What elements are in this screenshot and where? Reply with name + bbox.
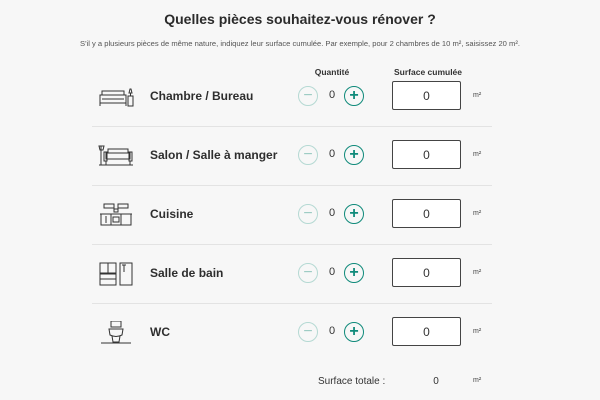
surface-unit: m² [473, 151, 482, 158]
room-label: Chambre / Bureau [150, 89, 254, 103]
surface-unit: m² [473, 269, 482, 276]
total-surface-label: Surface totale : [318, 376, 386, 387]
surface-unit: m² [473, 210, 482, 217]
room-label: Salle de bain [150, 266, 224, 280]
quantity-value: 0 [328, 266, 336, 278]
increase-quantity-button[interactable]: + [344, 322, 364, 342]
page-subtitle: S'il y a plusieurs pièces de même nature… [80, 39, 520, 48]
room-label: Salon / Salle à manger [150, 148, 278, 162]
surface-input[interactable] [392, 317, 461, 346]
decrease-quantity-button[interactable]: − [298, 263, 318, 283]
room-row-wc: WC − 0 + m² [92, 303, 492, 362]
page-title: Quelles pièces souhaitez-vous rénover ? [164, 11, 436, 27]
sofa-icon [98, 144, 134, 168]
bathroom-icon [98, 262, 134, 286]
quantity-value: 0 [328, 207, 336, 219]
increase-quantity-button[interactable]: + [344, 86, 364, 106]
room-row-cuisine: Cuisine − 0 + m² [92, 185, 492, 245]
room-row-chambre: Chambre / Bureau − 0 + m² [92, 67, 492, 127]
bed-icon [98, 85, 134, 109]
room-label: WC [150, 325, 170, 339]
surface-unit: m² [473, 328, 482, 335]
room-row-salle-de-bain: Salle de bain − 0 + m² [92, 244, 492, 304]
toilet-icon [98, 321, 134, 345]
increase-quantity-button[interactable]: + [344, 204, 364, 224]
room-row-salon: Salon / Salle à manger − 0 + m² [92, 126, 492, 186]
decrease-quantity-button[interactable]: − [298, 145, 318, 165]
surface-input[interactable] [392, 199, 461, 228]
decrease-quantity-button[interactable]: − [298, 86, 318, 106]
surface-unit: m² [473, 92, 482, 99]
surface-input[interactable] [392, 140, 461, 169]
quantity-value: 0 [328, 325, 336, 337]
decrease-quantity-button[interactable]: − [298, 204, 318, 224]
quantity-value: 0 [328, 89, 336, 101]
decrease-quantity-button[interactable]: − [298, 322, 318, 342]
total-surface-unit: m² [473, 377, 482, 384]
room-label: Cuisine [150, 207, 194, 221]
quantity-value: 0 [328, 148, 336, 160]
surface-input[interactable] [392, 81, 461, 110]
increase-quantity-button[interactable]: + [344, 145, 364, 165]
surface-input[interactable] [392, 258, 461, 287]
kitchen-icon [98, 203, 134, 227]
increase-quantity-button[interactable]: + [344, 263, 364, 283]
total-surface-value: 0 [433, 376, 439, 387]
